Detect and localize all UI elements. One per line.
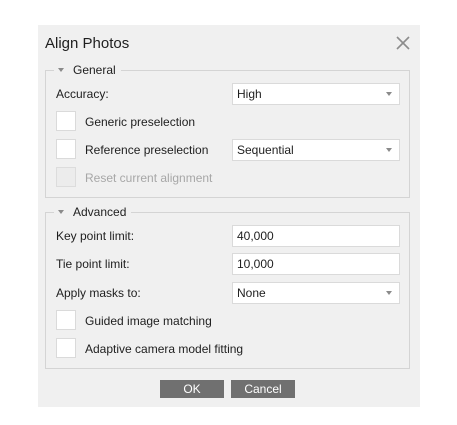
- advanced-header: Advanced: [73, 205, 127, 219]
- guided-matching-label: Guided image matching: [85, 314, 212, 328]
- adaptive-fitting-label: Adaptive camera model fitting: [85, 342, 244, 356]
- guided-matching-checkbox[interactable]: [56, 310, 76, 330]
- reference-preselection-label: Reference preselection: [85, 143, 209, 157]
- align-photos-dialog: Align Photos General Accuracy: High Gene…: [38, 25, 420, 407]
- apply-masks-label: Apply masks to:: [56, 286, 141, 300]
- chevron-down-icon: [58, 68, 64, 72]
- reference-preselection-select[interactable]: Sequential: [232, 139, 400, 161]
- generic-preselection-label: Generic preselection: [85, 115, 196, 129]
- close-icon[interactable]: [394, 34, 412, 52]
- cancel-button[interactable]: Cancel: [231, 380, 295, 398]
- general-header: General: [73, 63, 116, 77]
- accuracy-label: Accuracy:: [56, 87, 109, 101]
- ok-button[interactable]: OK: [160, 380, 224, 398]
- tie-point-limit-input[interactable]: 10,000: [232, 253, 400, 275]
- generic-preselection-checkbox[interactable]: [56, 111, 76, 131]
- apply-masks-select[interactable]: None: [232, 282, 400, 304]
- advanced-group: Advanced Key point limit: 40,000 Tie poi…: [45, 205, 410, 369]
- chevron-down-icon: [58, 210, 64, 214]
- chevron-down-icon: [386, 291, 392, 295]
- key-point-limit-input[interactable]: 40,000: [232, 225, 400, 247]
- key-point-limit-label: Key point limit:: [56, 229, 135, 243]
- adaptive-fitting-checkbox[interactable]: [56, 338, 76, 358]
- advanced-section-toggle[interactable]: Advanced: [54, 205, 132, 219]
- reset-alignment-checkbox[interactable]: [56, 167, 76, 187]
- reference-preselection-checkbox[interactable]: [56, 139, 76, 159]
- reset-alignment-label: Reset current alignment: [85, 171, 213, 185]
- accuracy-value: High: [237, 87, 262, 101]
- reference-preselection-value: Sequential: [237, 143, 294, 157]
- chevron-down-icon: [386, 92, 392, 96]
- chevron-down-icon: [386, 148, 392, 152]
- general-group: General Accuracy: High Generic preselect…: [45, 63, 410, 198]
- apply-masks-value: None: [237, 286, 266, 300]
- tie-point-limit-label: Tie point limit:: [56, 257, 130, 271]
- general-section-toggle[interactable]: General: [54, 63, 121, 77]
- dialog-title: Align Photos: [45, 35, 130, 52]
- accuracy-select[interactable]: High: [232, 83, 400, 105]
